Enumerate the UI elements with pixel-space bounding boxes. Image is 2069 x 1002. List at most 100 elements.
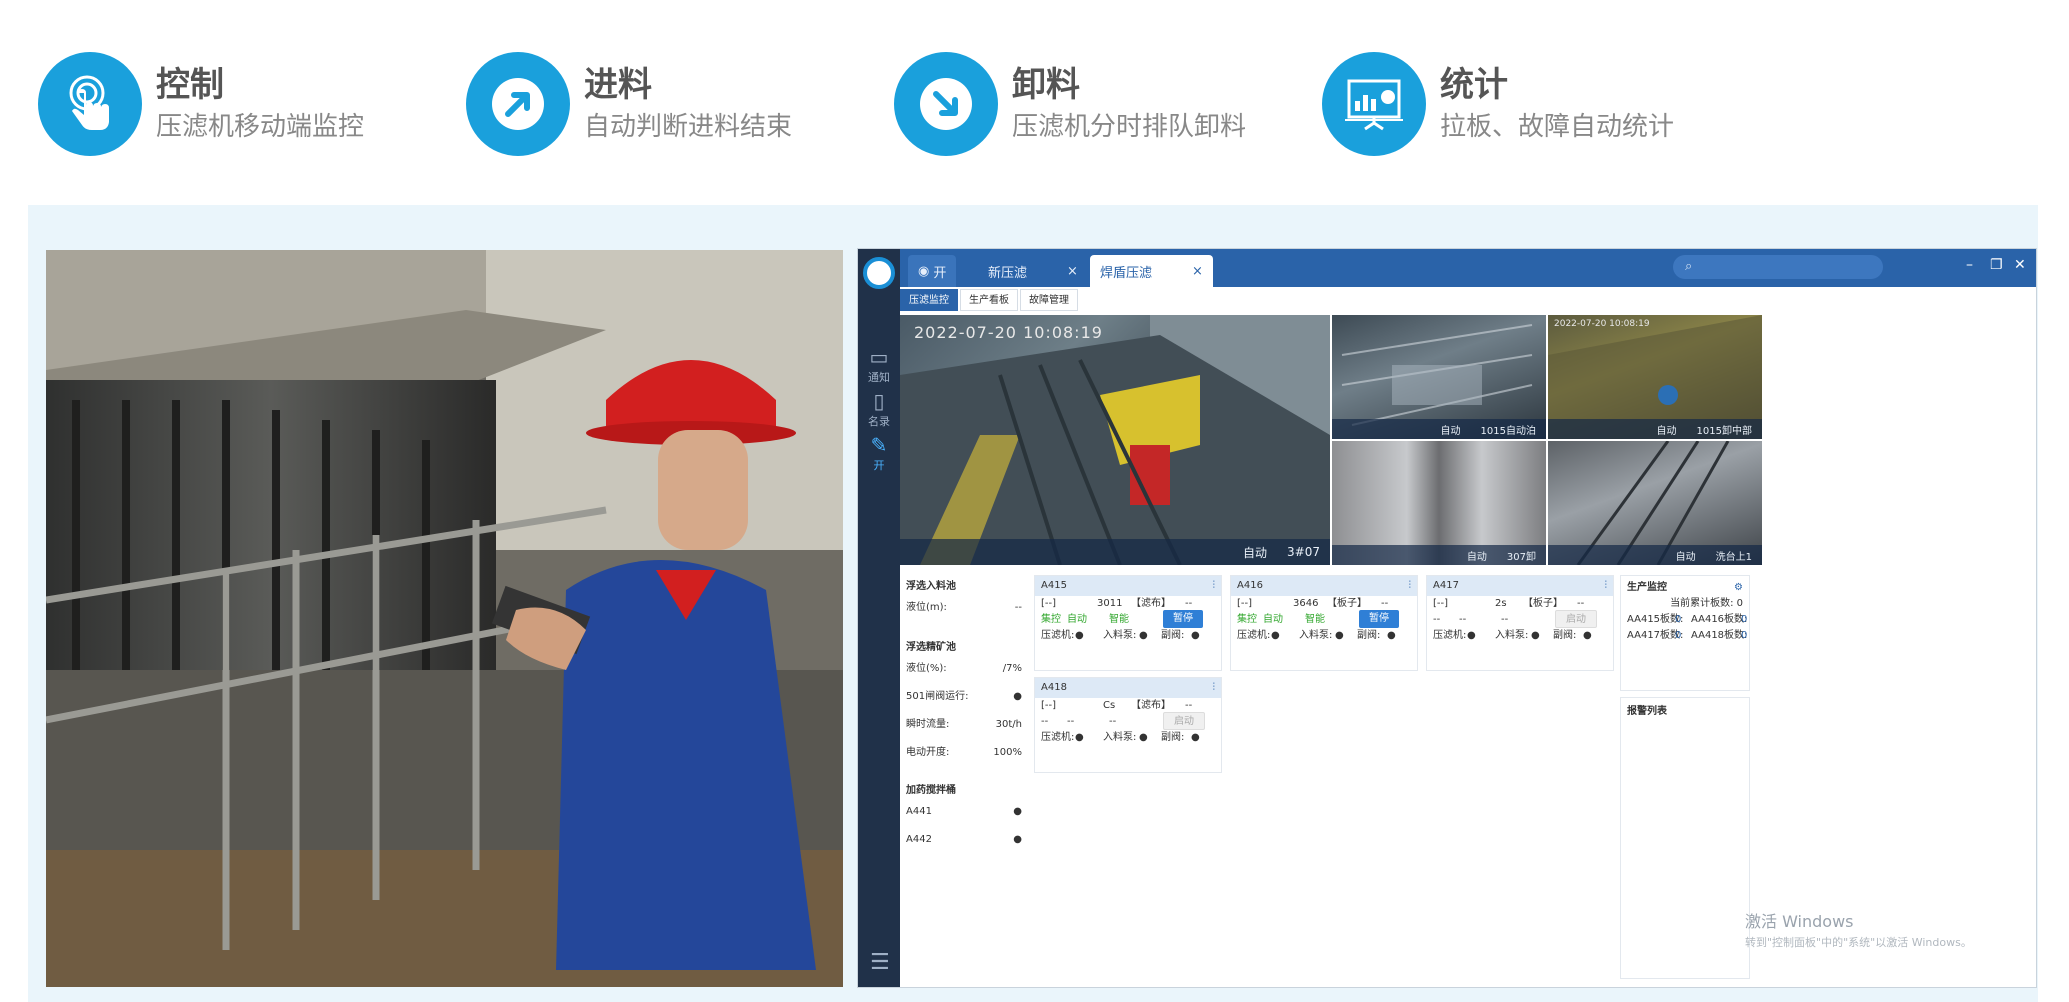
mode-label: 智能 [1305,614,1325,625]
mode-label: -- [1109,716,1117,727]
camera-timestamp: 2022-07-20 10:08:19 [1554,319,1650,329]
info-label: 瞬时流量: [906,719,950,730]
sidebar-item-directory[interactable]: ▯ 名录 [858,389,900,429]
app-logo [863,257,895,289]
filter-press-card: A417 ⫶ [--] 2s 【板子】 -- -- -- -- 启动 压滤机: … [1426,575,1614,671]
close-icon[interactable]: × [1067,264,1078,279]
feature-subtitle: 拉板、故障自动统计 [1440,112,1675,142]
feature-discharge: 卸料 压滤机分时排队卸料 [894,52,1246,156]
subtab-monitor[interactable]: 压滤监控 [900,289,958,311]
sidebar-item-open[interactable]: ✎ 开 [858,433,900,473]
panel-title: 报警列表 [1621,704,1749,720]
card-header: A415 ⫶ [1035,576,1221,596]
info-row: 液位(%): /7% [900,655,1028,683]
camera-5[interactable]: 自动 洗台上1 [1548,441,1762,565]
card-code: 2s [1495,598,1507,609]
chat-icon: ▭ [869,345,889,369]
info-row: 电动开度: 100% [900,739,1028,767]
camera-status-bar: 自动 1015自动泊 [1332,419,1546,439]
tab-filter-active[interactable]: 焊盾压滤 × [1090,255,1213,287]
camera-mode: 自动 [1466,551,1487,563]
camera-status-bar: 自动 1015卸中部 [1548,419,1762,439]
feature-subtitle: 压滤机分时排队卸料 [1012,112,1247,142]
home-icon: ◉ [918,263,930,279]
status-dot: ● [1139,630,1148,641]
close-icon[interactable]: × [1192,264,1203,279]
camera-4[interactable]: 自动 307卸 [1332,441,1546,565]
card-row: 压滤机: ● 入料泵: ● 副阀: ● [1035,628,1221,644]
gear-icon[interactable]: ⚙ [1734,580,1743,596]
card-bracket: [--] [1041,700,1057,711]
card-row: 压滤机: ● 入料泵: ● 副阀: ● [1035,730,1221,746]
camera-mode: 自动 [1440,425,1461,437]
card-title: A415 [1041,580,1067,591]
card-bracket: [--] [1237,598,1253,609]
tab-home[interactable]: ◉ 开 [908,255,957,287]
card-row: -- -- -- 启动 [1035,712,1221,730]
sidebar-item-notice[interactable]: ▭ 通知 [858,345,900,385]
status-dot: ● [1191,630,1200,641]
settings-sliders-icon[interactable]: ⫶ [1213,576,1216,596]
info-value: ● [1013,691,1022,702]
subtab-production[interactable]: 生产看板 [960,289,1018,311]
status-dot: ● [1139,732,1148,743]
status-dot: ● [1271,630,1280,641]
tab-label: 新压滤 [988,265,1028,281]
camera-status-bar: 自动 3#07 [900,539,1330,565]
monitor-row: AA415板数: 0 AA416板数: 0 [1621,612,1749,628]
info-label: 液位(%): [906,663,947,674]
tab-new-filter[interactable]: 新压滤 × [978,255,1088,287]
pause-button[interactable]: 暂停 [1163,610,1203,628]
info-row: A442 ● [900,826,1028,854]
field-label: 入料泵: [1495,630,1529,641]
pause-button[interactable]: 暂停 [1359,610,1399,628]
card-row: 压滤机: ● 入料泵: ● 副阀: ● [1231,628,1417,644]
mode-label: -- [1433,614,1441,625]
feature-feeding: 进料 自动判断进料结束 [466,52,792,156]
wrench-icon: ✎ [870,433,888,457]
minimize-button[interactable]: – [1966,257,1973,273]
maximize-button[interactable]: ❐ [1990,257,2003,273]
camera-mode: 自动 [1656,425,1677,437]
camera-tag: 1015自动泊 [1480,425,1536,437]
info-row: 液位(m): -- [900,594,1028,622]
feature-strip: 控制 压滤机移动端监控 进料 自动判断进料结束 卸料 压滤机分时排队卸料 统计 … [0,0,2069,200]
feature-subtitle: 压滤机移动端监控 [156,112,365,142]
camera-main[interactable]: 2022-07-20 10:08:19 自动 3#07 [900,315,1330,565]
search-input[interactable]: ⌕ [1673,255,1883,279]
mode-label: 智能 [1109,614,1129,625]
camera-tag: 307卸 [1506,551,1536,563]
start-button[interactable]: 启动 [1163,712,1205,730]
settings-sliders-icon[interactable]: ⫶ [1213,678,1216,698]
field-label: 入料泵: [1103,732,1137,743]
windows-activation-hint: 转到"控制面板"中的"系统"以激活 Windows。 [1745,936,1972,949]
camera-tag: 3#07 [1287,545,1320,559]
settings-sliders-icon[interactable]: ⫶ [1409,576,1412,596]
start-button[interactable]: 启动 [1555,610,1597,628]
subtab-fault[interactable]: 故障管理 [1020,289,1078,311]
tab-label: 开 [933,265,947,281]
sidebar-item-label: 通知 [868,371,890,384]
feature-title: 统计 [1440,65,1508,105]
camera-status-bar: 自动 洗台上1 [1548,545,1762,565]
mode-label: 自动 [1263,614,1283,625]
info-value: -- [1014,602,1022,613]
camera-2[interactable]: 自动 1015自动泊 [1332,315,1546,439]
field-label: 压滤机: [1041,732,1075,743]
status-dot: ● [1075,732,1084,743]
filter-press-card: A416 ⫶ [--] 3646 【板子】 -- 集控 自动 智能 暂停 压滤机… [1230,575,1418,671]
arrow-up-right-icon [466,52,570,156]
mode-label: 自动 [1067,614,1087,625]
feature-subtitle: 自动判断进料结束 [584,112,793,142]
mode-label: -- [1067,716,1075,727]
settings-sliders-icon[interactable]: ⫶ [1605,576,1608,596]
feature-title: 进料 [584,65,652,105]
close-window-button[interactable]: ✕ [2014,257,2026,273]
feature-title: 控制 [156,65,224,105]
feature-title: 卸料 [1012,65,1080,105]
menu-icon[interactable]: ☰ [870,950,890,975]
camera-3[interactable]: 2022-07-20 10:08:19 自动 1015卸中部 [1548,315,1762,439]
info-value: 100% [993,747,1022,758]
field-label: 入料泵: [1103,630,1137,641]
info-label: 501闸阀运行: [906,691,969,702]
